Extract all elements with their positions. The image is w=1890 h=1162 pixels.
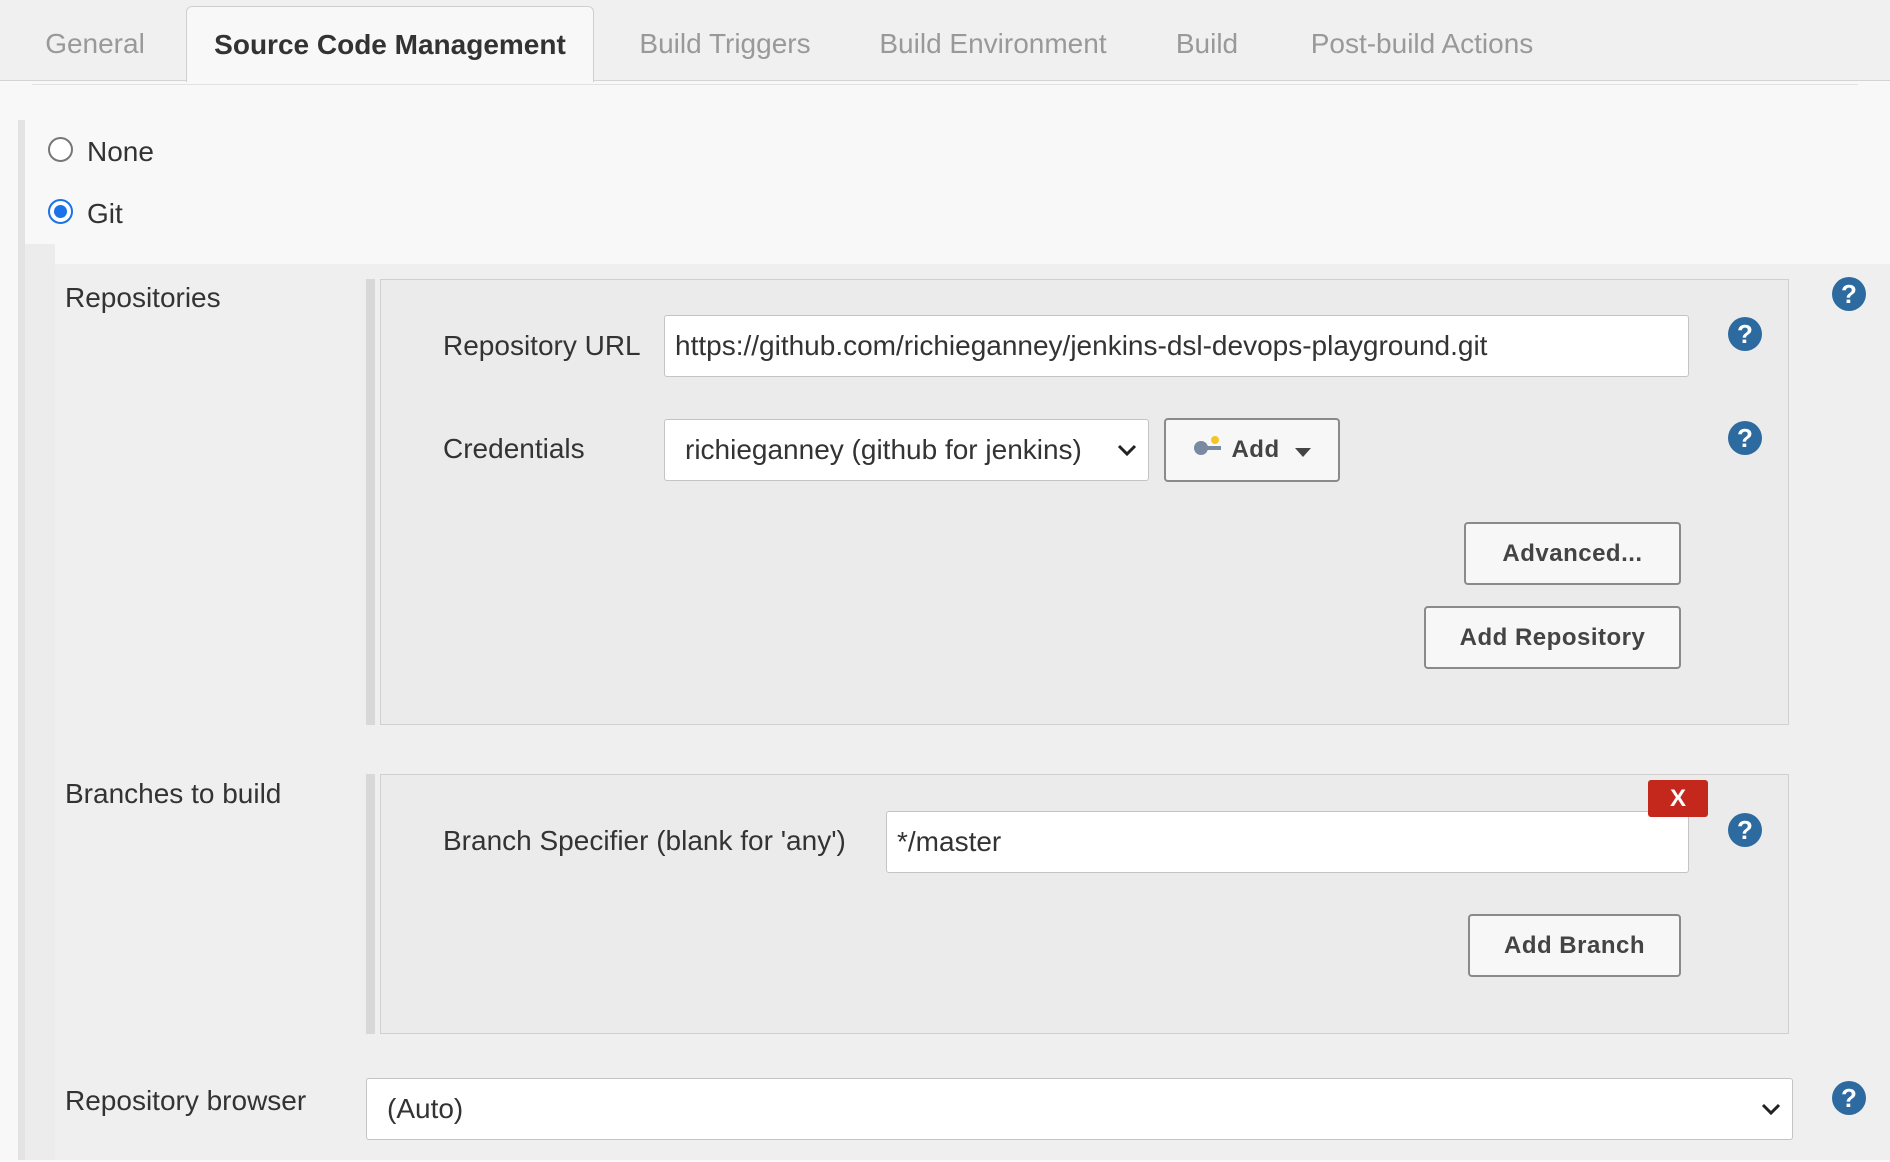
branches-label: Branches to build — [65, 778, 282, 809]
radio-dot — [54, 205, 67, 218]
credentials-label: Credentials — [443, 433, 585, 464]
chevron-down-icon — [1116, 420, 1138, 503]
repository-browser-label: Repository browser — [65, 1085, 307, 1116]
tab-bar: General Source Code Management Build Tri… — [0, 0, 1890, 82]
git-section-bar — [25, 244, 55, 1160]
chevron-down-icon — [1760, 1079, 1782, 1162]
delete-branch-button[interactable]: X — [1648, 780, 1708, 817]
credentials-help-icon[interactable]: ? — [1728, 421, 1762, 455]
scm-git-label: Git — [87, 198, 123, 229]
branch-specifier-help-icon[interactable]: ? — [1728, 813, 1762, 847]
add-branch-button[interactable]: Add Branch — [1468, 914, 1681, 977]
tab-build-environment[interactable]: Build Environment — [868, 6, 1118, 81]
repository-browser-help-icon[interactable]: ? — [1832, 1081, 1866, 1115]
add-credentials-button[interactable]: Add — [1164, 418, 1340, 482]
repositories-help-icon[interactable]: ? — [1832, 277, 1866, 311]
tab-post-build-actions[interactable]: Post-build Actions — [1290, 6, 1554, 81]
repositories-label: Repositories — [65, 282, 221, 313]
section-bar — [18, 120, 25, 1160]
repositories-bar — [366, 279, 375, 725]
branch-specifier-input[interactable]: */master — [886, 811, 1689, 873]
repository-url-help-icon[interactable]: ? — [1728, 317, 1762, 351]
scm-none-radio[interactable] — [48, 137, 73, 162]
repository-browser-select[interactable]: (Auto) — [366, 1078, 1793, 1140]
add-repository-button[interactable]: Add Repository — [1424, 606, 1681, 669]
scm-none-label: None — [87, 136, 154, 167]
tab-build[interactable]: Build — [1160, 6, 1254, 81]
tab-general[interactable]: General — [20, 6, 170, 81]
scm-git-radio[interactable] — [48, 199, 73, 224]
tab-build-triggers[interactable]: Build Triggers — [620, 6, 830, 81]
repository-url-input[interactable]: https://github.com/richieganney/jenkins-… — [664, 315, 1689, 377]
repository-url-label: Repository URL — [443, 330, 641, 361]
credentials-select[interactable]: richieganney (github for jenkins) — [664, 419, 1149, 481]
caret-down-icon — [1294, 421, 1311, 481]
repository-browser-value: (Auto) — [387, 1093, 464, 1124]
branches-bar — [366, 774, 375, 1034]
add-credentials-label: Add — [1231, 436, 1280, 463]
branch-specifier-label: Branch Specifier (blank for 'any') — [443, 825, 846, 856]
credentials-selected-value: richieganney (github for jenkins) — [685, 434, 1082, 465]
advanced-button[interactable]: Advanced... — [1464, 522, 1681, 585]
tab-source-code-management[interactable]: Source Code Management — [186, 6, 594, 82]
key-icon — [1193, 421, 1223, 481]
divider — [32, 84, 1858, 85]
